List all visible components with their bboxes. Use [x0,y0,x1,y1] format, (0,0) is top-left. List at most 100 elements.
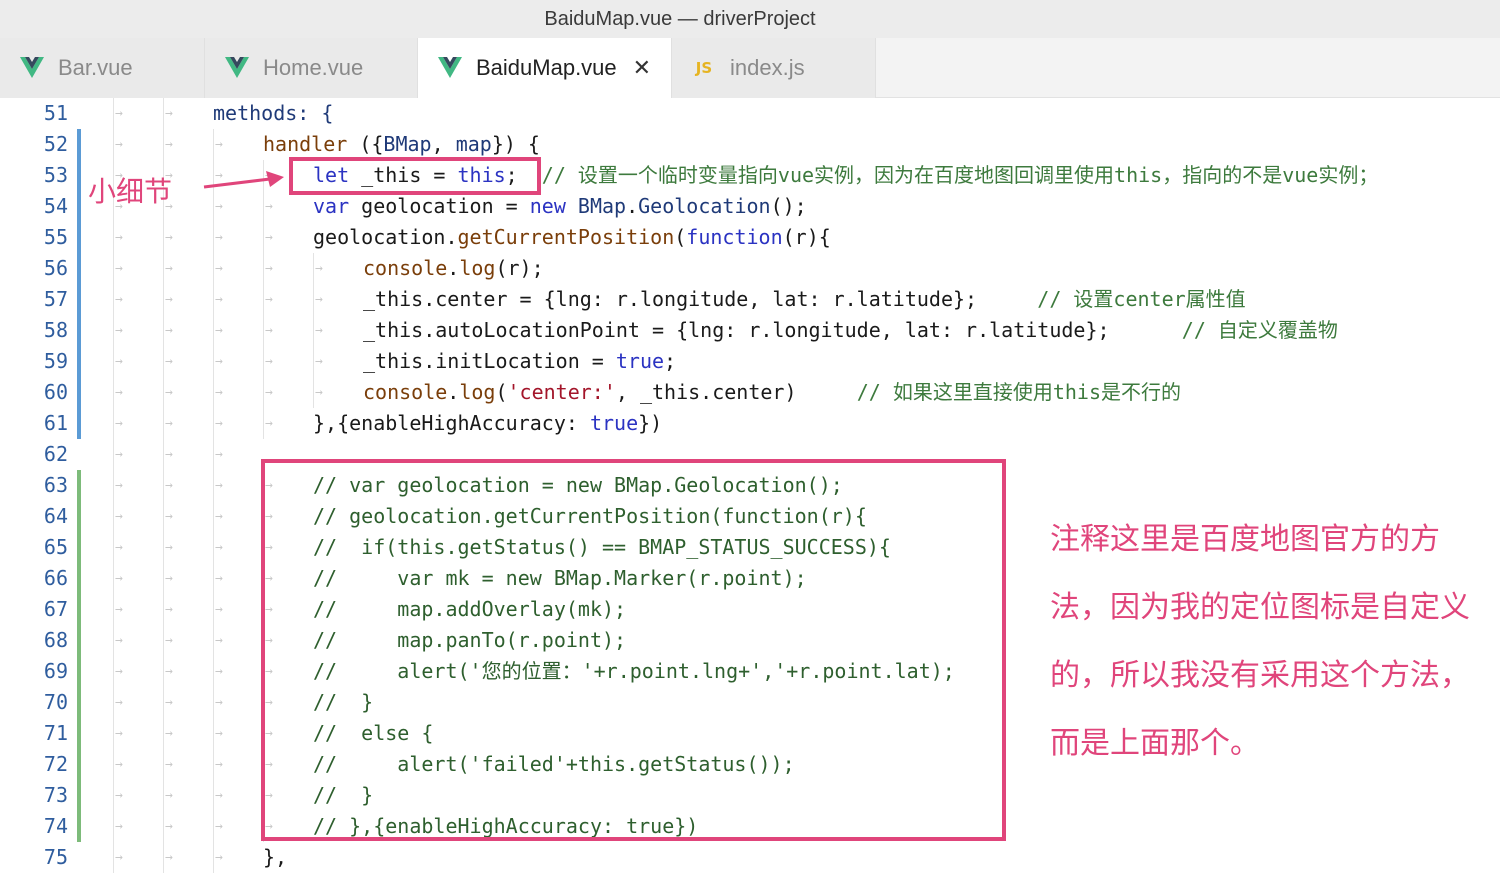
tab-arrow-icon: → [165,261,173,276]
code-token: getCurrentPosition [457,225,675,249]
code-line[interactable]: 51 → → methods: { [0,98,1500,129]
indent-guide [313,284,314,315]
tab-home-vue[interactable]: Home.vue [205,38,418,98]
indent-guide [163,718,164,749]
indent-guide [213,532,214,563]
indent-guide [213,656,214,687]
indent-guide [263,377,264,408]
highlight-box-let-this [289,157,541,195]
indent-guide [163,439,164,470]
code-token: . [626,194,639,218]
indent-guide [163,377,164,408]
code-text: _this.center = {lng: r.longitude, lat: r… [363,284,1246,315]
tab-arrow-icon: → [115,633,123,648]
tab-arrow-icon: → [165,540,173,555]
indent-guide [163,625,164,656]
code-line[interactable]: 57 → → → → → _this.center = {lng: r.longitude,… [0,284,1500,315]
code-token: // 设置一个临时变量指向vue实例，因为在百度地图回调里使用this，指向的不… [517,163,1379,187]
indent-guide [113,315,114,346]
tab-arrow-icon: → [315,261,323,276]
tab-arrow-icon: → [165,695,173,710]
line-number: 71 [43,721,68,745]
indent-guide [213,377,214,408]
indent-guide [163,346,164,377]
tab-bar-vue[interactable]: Bar.vue [0,38,205,98]
line-number: 72 [43,752,68,776]
tab-arrow-icon: → [215,385,223,400]
indent-guide [163,842,164,873]
tab-index-js[interactable]: JS index.js [672,38,876,98]
line-number: 56 [43,256,68,280]
indent-guide [113,439,114,470]
tab-arrow-icon: → [115,571,123,586]
tab-arrow-icon: → [315,385,323,400]
line-number: 57 [43,287,68,311]
annotation-small-detail: 小细节 [88,175,173,208]
tab-arrow-icon: → [215,664,223,679]
code-token: // 设置center属性值 [977,287,1246,311]
line-number: 51 [43,101,68,125]
code-line[interactable]: 75 → → →}, [0,842,1500,873]
indent-guide [113,98,114,129]
code-line[interactable]: 55 → → → → geolocation.getCurrentPosition(fun… [0,222,1500,253]
code-line[interactable]: 54 → → → → var geolocation = new BMap.Geoloca… [0,191,1500,222]
indent-guide [113,532,114,563]
line-number: 63 [43,473,68,497]
tab-arrow-icon: → [115,509,123,524]
code-token: _this.autoLocationPoint = {lng: r.longit… [363,318,1110,342]
window-title: BaiduMap.vue — driverProject [544,7,816,30]
tab-arrow-icon: → [215,633,223,648]
code-line[interactable]: 61 → → → →},{enableHighAccuracy: true}) [0,408,1500,439]
tab-arrow-icon: → [215,819,223,834]
tab-arrow-icon: → [165,323,173,338]
tab-arrow-icon: → [115,292,123,307]
indent-guide [113,129,114,160]
line-number: 60 [43,380,68,404]
line-number: 66 [43,566,68,590]
indent-guide [113,656,114,687]
indent-guide [163,780,164,811]
indent-guide [263,408,264,439]
tab-arrow-icon: → [165,850,173,865]
code-text: var geolocation = new BMap.Geolocation()… [313,191,807,222]
code-token: ; [664,349,677,373]
indent-guide [213,222,214,253]
code-line[interactable]: 58 → → → → → _this.autoLocationPoint = {lng: r… [0,315,1500,346]
indent-guide [113,501,114,532]
code-token: map [455,132,492,156]
tab-arrow-icon: → [265,292,273,307]
tab-arrow-icon: → [115,323,123,338]
code-token: geolocation = [349,194,530,218]
tab-arrow-icon: → [165,664,173,679]
code-line[interactable]: 59 → → → → → _this.initLocation = true; [0,346,1500,377]
code-token: ({ [347,132,384,156]
indent-guide [213,470,214,501]
code-token: handler [263,132,348,156]
indent-guide [113,842,114,873]
tab-arrow-icon: → [215,447,223,462]
line-number: 67 [43,597,68,621]
line-number: 64 [43,504,68,528]
code-text: },{enableHighAccuracy: true}) [313,408,662,439]
annotation-note: 注释这里是百度地图官方的方法，因为我的定位图标是自定义的，所以我没有采用这个方法… [1050,522,1470,761]
close-icon[interactable]: ✕ [633,55,651,81]
indent-guide [213,749,214,780]
indent-guide [213,346,214,377]
code-line[interactable]: 52 → → → handler ({BMap, map}) { [0,129,1500,160]
line-number: 62 [43,442,68,466]
indent-guide [163,532,164,563]
indent-guide [263,253,264,284]
code-line[interactable]: 60 → → → → → console.log('center:', _this.cent… [0,377,1500,408]
tab-baidumap-vue[interactable]: BaiduMap.vue ✕ [418,38,672,98]
window-title-bar: BaiduMap.vue — driverProject [0,0,1500,38]
indent-guide [213,408,214,439]
tab-arrow-icon: → [215,323,223,338]
code-line[interactable]: 56 → → → → → console.log(r); [0,253,1500,284]
tab-arrow-icon: → [115,819,123,834]
tab-arrow-icon: → [215,137,223,152]
tab-arrow-icon: → [265,261,273,276]
line-number: 74 [43,814,68,838]
code-token: . [447,380,460,404]
code-token: log [459,256,496,280]
